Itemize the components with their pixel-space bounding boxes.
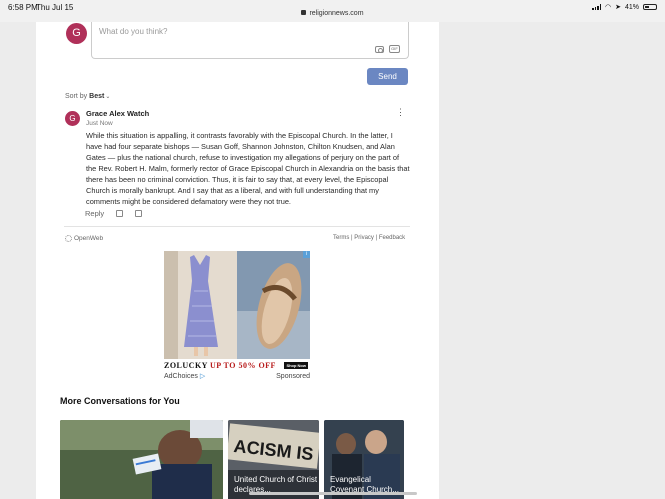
- address-bar[interactable]: religionnews.com: [0, 10, 665, 17]
- ad-banner-text[interactable]: ZOLUCKY UP TO 50% OFF Shop Now: [164, 361, 310, 371]
- feedback-link[interactable]: Feedback: [379, 235, 405, 241]
- comment-timestamp: Just Now: [86, 120, 113, 127]
- conversation-card[interactable]: [60, 420, 223, 499]
- send-button[interactable]: Send: [367, 68, 408, 85]
- display-ad[interactable]: i ZOLUCKY UP TO 50% OFF Shop Now AdChoice…: [164, 251, 310, 382]
- adchoices-label: AdChoices: [164, 373, 198, 380]
- horizontal-scroll-indicator[interactable]: [249, 492, 417, 495]
- chevron-down-icon: ⌄: [105, 94, 111, 100]
- gif-icon[interactable]: GIF: [389, 45, 400, 53]
- sort-value: Best: [89, 93, 105, 100]
- reply-button[interactable]: Reply: [85, 209, 104, 218]
- url-text: religionnews.com: [309, 10, 364, 17]
- ad-info-icon[interactable]: i: [303, 251, 310, 258]
- openweb-label: OpenWeb: [74, 235, 104, 242]
- comment-avatar[interactable]: G: [65, 111, 80, 126]
- section-title: More Conversations for You: [60, 396, 180, 406]
- comment-input[interactable]: What do you think? GIF: [91, 22, 409, 59]
- thumbs-up-icon[interactable]: [116, 210, 124, 217]
- footer-separator: |: [351, 235, 353, 241]
- openweb-icon: [65, 235, 72, 242]
- thumbs-down-icon[interactable]: [135, 210, 143, 217]
- ad-offer: UP TO 50% OFF: [209, 361, 276, 370]
- lock-icon: [301, 10, 307, 15]
- user-avatar: G: [66, 23, 87, 44]
- comment-placeholder: What do you think?: [99, 27, 168, 36]
- divider: [64, 226, 410, 227]
- comment-actions: Reply: [85, 209, 143, 218]
- ad-image-sandal[interactable]: i: [237, 251, 310, 359]
- footer-separator: |: [375, 235, 378, 241]
- adchoices-link[interactable]: AdChoices ▷: [164, 372, 205, 380]
- signal-icon: [592, 4, 601, 10]
- status-indicators: ◠ ➤ 41%: [592, 3, 657, 11]
- ad-brand: ZOLUCKY: [164, 361, 208, 370]
- conversation-card[interactable]: ACISM IS United Church of Christ declare…: [228, 420, 319, 499]
- footer-links: Terms | Privacy | Feedback: [333, 235, 405, 241]
- openweb-logo[interactable]: OpenWeb: [65, 235, 103, 242]
- privacy-link[interactable]: Privacy: [354, 235, 374, 241]
- article-comments-column: G What do you think? GIF Send Sort by Be…: [36, 22, 439, 499]
- status-bar: 6:58 PM Thu Jul 15 religionnews.com ◠ ➤ …: [0, 0, 665, 22]
- sort-label: Sort by: [65, 93, 88, 100]
- comment-author[interactable]: Grace Alex Watch: [86, 109, 149, 118]
- battery-icon: [643, 4, 657, 10]
- adchoices-icon: ▷: [199, 373, 206, 380]
- ad-shop-now-button[interactable]: Shop Now: [284, 362, 308, 369]
- battery-fill: [645, 6, 650, 8]
- wifi-icon: ◠: [605, 4, 612, 11]
- location-icon: ➤: [615, 4, 621, 11]
- conversation-card[interactable]: Evangelical Covenant Church...: [324, 420, 404, 499]
- more-options-icon[interactable]: ⋮: [396, 108, 405, 117]
- sort-dropdown[interactable]: Sort by Best⌄: [65, 93, 110, 100]
- comment-body: While this situation is appalling, it co…: [86, 131, 410, 206]
- terms-link[interactable]: Terms: [333, 235, 349, 241]
- sponsored-label: Sponsored: [276, 373, 310, 380]
- camera-icon[interactable]: [375, 46, 384, 53]
- battery-percent: 41%: [624, 3, 639, 11]
- ad-image-dress[interactable]: [164, 251, 237, 359]
